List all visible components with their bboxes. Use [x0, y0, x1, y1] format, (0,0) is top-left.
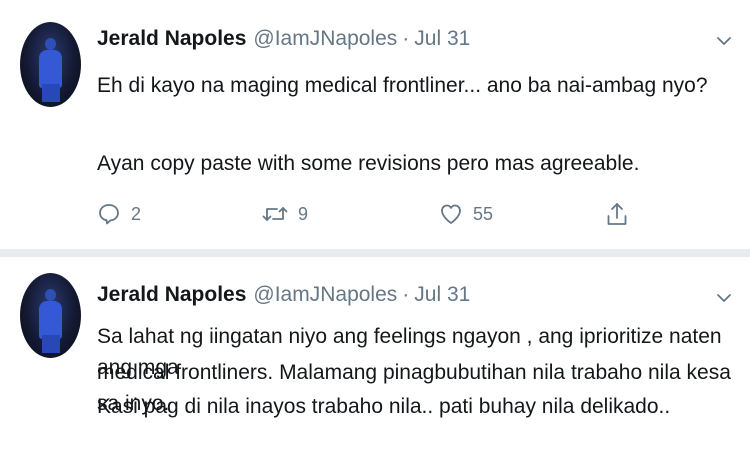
retweet-count: 9 — [298, 203, 309, 224]
author-name[interactable]: Jerald Napoles — [97, 27, 246, 51]
avatar-figure-head — [45, 289, 56, 301]
tweet-text-line: Ayan copy paste with some revisions pero… — [97, 152, 640, 175]
tweet-date[interactable]: Jul 31 — [414, 283, 470, 307]
like-button[interactable]: 55 — [439, 199, 493, 229]
retweet-button[interactable]: 9 — [262, 199, 308, 229]
tweet-text-line: Kasi pag di nila inayos trabaho nila.. p… — [97, 395, 671, 418]
header-separator: · — [402, 27, 410, 50]
tweet-divider — [0, 249, 750, 257]
heart-icon — [441, 204, 461, 224]
reply-button[interactable]: 2 — [97, 199, 141, 229]
chevron-down-icon[interactable] — [716, 290, 732, 306]
avatar-figure-body — [39, 301, 62, 339]
tweet-text-line: Eh di kayo na maging medical frontliner.… — [97, 74, 708, 97]
avatar[interactable] — [20, 273, 81, 358]
reply-count: 2 — [131, 203, 142, 224]
avatar-figure-legs — [42, 84, 60, 102]
author-name[interactable]: Jerald Napoles — [97, 283, 246, 307]
share-button[interactable] — [605, 199, 629, 229]
chevron-down-icon[interactable] — [716, 33, 732, 49]
tweet-header: Jerald Napoles @IamJNapoles · Jul 31 — [97, 283, 470, 311]
like-count: 55 — [473, 203, 494, 224]
avatar-figure-head — [45, 38, 56, 50]
tweet-header: Jerald Napoles @IamJNapoles · Jul 31 — [97, 27, 470, 55]
share-icon — [607, 203, 627, 225]
author-handle[interactable]: @IamJNapoles — [253, 283, 397, 307]
author-handle[interactable]: @IamJNapoles — [253, 27, 397, 51]
tweet-date[interactable]: Jul 31 — [414, 27, 470, 51]
tweet[interactable]: Jerald Napoles @IamJNapoles · Jul 31 Sa … — [0, 257, 750, 450]
tweet[interactable]: Jerald Napoles @IamJNapoles · Jul 31 Eh … — [0, 0, 750, 249]
avatar-figure-body — [39, 50, 62, 88]
reply-icon — [99, 204, 119, 225]
avatar-figure-legs — [42, 335, 60, 353]
header-separator: · — [402, 283, 410, 306]
retweet-icon — [262, 207, 288, 221]
avatar[interactable] — [20, 22, 81, 107]
tweet-actions: 2 9 55 — [97, 199, 637, 229]
